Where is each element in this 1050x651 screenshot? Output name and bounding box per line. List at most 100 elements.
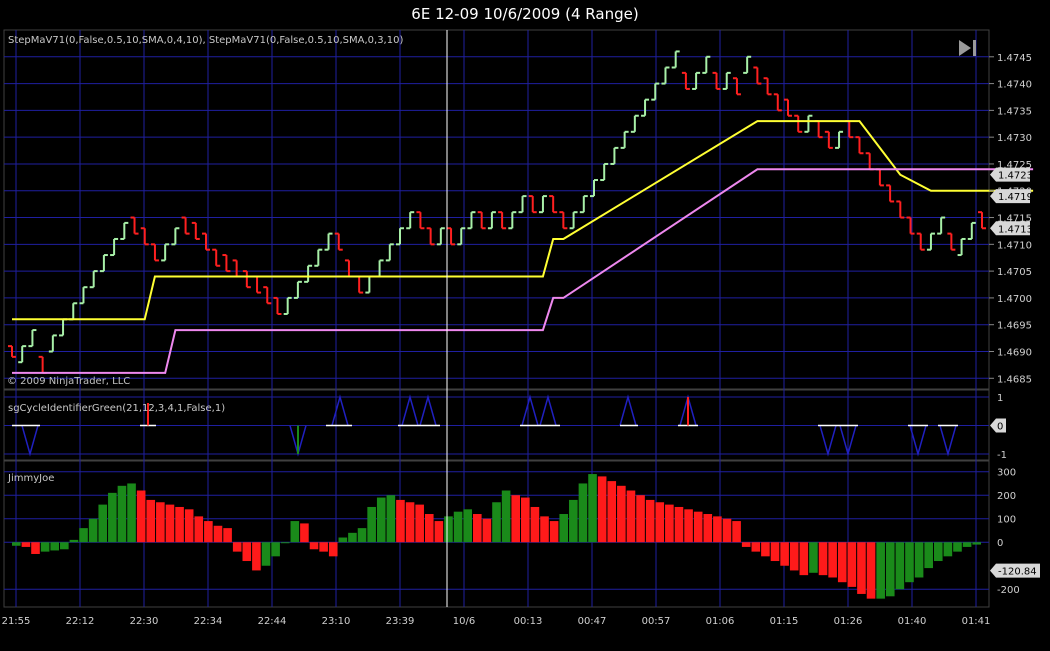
x-tick-label: 23:10	[322, 616, 351, 627]
histogram-bar	[405, 502, 415, 543]
histogram-bar	[799, 542, 809, 576]
price-bar	[702, 55, 711, 74]
y-tick-label: 1.4745	[997, 53, 1032, 64]
cycle-peak	[521, 394, 539, 426]
price-bar	[559, 211, 568, 230]
histogram-bar	[261, 542, 271, 566]
histogram-bar	[21, 542, 31, 547]
histogram-bar	[98, 504, 108, 543]
trading-chart: 6E 12-09 10/6/2009 (4 Range) 21:55 22:12 2…	[2, 5, 1040, 627]
price-bar	[630, 114, 639, 133]
price-bar	[89, 270, 98, 289]
histogram-bar	[328, 542, 338, 557]
histogram-bar	[319, 542, 328, 552]
histogram-bar	[453, 511, 463, 543]
price-bar	[712, 71, 721, 90]
y-tick-label: 100	[997, 515, 1016, 526]
price-bar	[396, 227, 404, 246]
price-bar	[222, 254, 231, 273]
price-bar	[232, 259, 241, 278]
histogram-bar	[607, 481, 617, 543]
histogram-bar	[626, 490, 636, 543]
histogram-bar	[521, 497, 530, 543]
histogram-bar	[482, 518, 492, 543]
price-bar	[978, 211, 986, 230]
price-bar	[569, 211, 578, 230]
histogram-bar	[722, 518, 732, 543]
price-bar	[681, 71, 690, 90]
cycle-marker-label: 0	[997, 422, 1003, 433]
histogram-bar	[252, 542, 261, 571]
histogram-bar	[828, 542, 837, 578]
histogram-bar	[40, 542, 50, 552]
histogram-bar	[271, 542, 280, 557]
price-bar	[600, 162, 609, 182]
price-bar	[824, 130, 833, 149]
histogram-bar	[88, 518, 98, 543]
histogram-bar	[655, 502, 665, 543]
histogram-bar	[693, 511, 703, 543]
histogram-bar	[194, 516, 204, 543]
histogram-bar	[905, 542, 914, 583]
x-tick-label: 01:40	[898, 616, 927, 627]
histogram-bar	[146, 499, 156, 543]
price-bar	[79, 286, 88, 305]
histogram-bar	[559, 514, 569, 543]
price-bar	[508, 211, 517, 230]
histogram-bar	[300, 523, 309, 543]
x-tick-label: 01:26	[834, 616, 863, 627]
histogram-bar	[204, 521, 213, 543]
y-tick-label: -200	[997, 585, 1020, 596]
histogram-bar	[50, 542, 60, 551]
price-bar	[855, 136, 864, 155]
histogram-bar	[501, 490, 511, 543]
histogram-bar	[396, 499, 405, 543]
x-tick-label: 23:39	[386, 616, 415, 627]
price-bar	[355, 275, 364, 294]
price-bar	[324, 232, 333, 251]
skip-to-end-icon[interactable]	[959, 40, 976, 56]
price-bar	[150, 243, 159, 262]
histogram-bar	[184, 509, 194, 543]
histogram-bar	[914, 542, 924, 578]
price-bar	[651, 82, 660, 101]
price-bar	[263, 286, 272, 305]
price-marker-label: 1.4723	[998, 171, 1033, 182]
y-tick-label: 300	[997, 468, 1016, 479]
y-tick-label: 1.4685	[997, 374, 1032, 385]
price-bar	[875, 168, 884, 187]
histogram-bar	[809, 542, 818, 573]
price-bar	[845, 120, 854, 139]
histogram-bar	[578, 483, 588, 543]
histogram-bar	[885, 542, 895, 597]
cycle-indicator-label: sgCycleIdentifierGreen(21,12,3,4,1,False…	[8, 403, 225, 414]
histogram-bar	[636, 495, 645, 543]
histogram-bar	[549, 521, 559, 543]
price-bar	[202, 232, 210, 251]
price-bar	[784, 98, 792, 117]
cycle-peak	[539, 394, 557, 426]
histogram-bar	[444, 516, 453, 543]
cycle-peak	[331, 394, 349, 426]
price-bar	[365, 275, 374, 294]
y-tick-label: 0	[997, 538, 1003, 549]
histogram-bar	[943, 542, 953, 557]
x-tick-label: 01:06	[706, 616, 735, 627]
histogram-bar	[357, 528, 367, 543]
price-bar	[18, 345, 27, 364]
histogram-bar	[492, 502, 501, 543]
histogram-bar	[540, 516, 549, 543]
y-tick-label: 1.4705	[997, 267, 1032, 278]
x-tick-label: 01:41	[962, 616, 991, 627]
price-bar	[906, 216, 915, 235]
histogram-bar	[232, 542, 242, 552]
price-marker-label: 1.4719	[998, 192, 1033, 203]
price-bar	[375, 259, 384, 278]
histogram-bar	[69, 539, 79, 543]
price-bar	[947, 232, 956, 251]
histogram-bar	[223, 528, 232, 543]
x-tick-label: 10/6	[453, 616, 475, 627]
price-bar	[406, 211, 415, 230]
histogram-bar	[31, 542, 40, 554]
cycle-peak	[619, 394, 637, 426]
